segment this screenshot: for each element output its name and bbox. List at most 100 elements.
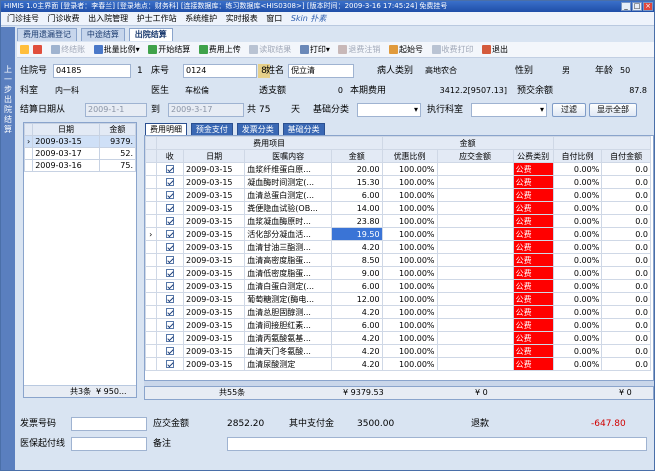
category-cell: 公费: [512, 188, 554, 202]
tab-fee-missing[interactable]: 费用遗漏登记: [17, 28, 77, 41]
menu-reports[interactable]: 实时报表: [226, 14, 258, 23]
table-row[interactable]: 2009-03-15 血清丙氨酸氨基... 4.20 100.00% 公费 0.00% 0.…: [145, 331, 651, 345]
checkbox-icon[interactable]: [165, 217, 174, 225]
batch-ratio-button[interactable]: 批量比例▾: [93, 42, 140, 57]
table-row[interactable]: 2009-03-15 葡萄糖测定(酶电... 12.00 100.00% 公费 0.00%…: [145, 292, 651, 306]
table-row[interactable]: 2009-03-15 血清尿酸测定 4.20 100.00% 公费 0.00% 0.0: [145, 357, 651, 371]
checkbox-icon[interactable]: [165, 243, 174, 251]
menu-admission[interactable]: 出入院管理: [88, 14, 128, 23]
tab-midway-settle[interactable]: 中途结算: [80, 28, 125, 41]
start-no-button[interactable]: 起始号: [388, 42, 423, 57]
menu-skin[interactable]: Skin 扑素: [291, 14, 327, 23]
table-row[interactable]: › 2009-03-15 活化部分凝血活... 19.50 100.00% 公费 0.00%…: [145, 227, 651, 241]
side-strip[interactable]: 上一步 出院结算: [1, 27, 15, 470]
table-row[interactable]: 2009-03-15 血清低密度脂蛋... 9.00 100.00% 公费 0.00% 0.…: [145, 266, 651, 280]
charge-checkbox[interactable]: [155, 279, 185, 293]
checkbox-icon[interactable]: [165, 347, 174, 355]
remark-input[interactable]: [227, 437, 647, 451]
table-row[interactable]: 2009-03-15 血浆纤维蛋白原... 20.00 100.00% 公费 0.00% 0…: [145, 162, 651, 176]
charge-checkbox[interactable]: [155, 344, 185, 358]
exit-button[interactable]: 退出: [482, 42, 508, 57]
refund-cancel-button[interactable]: 退费注销: [338, 42, 380, 57]
exec-dept-select[interactable]: ▾: [471, 103, 547, 117]
charge-checkbox[interactable]: [155, 357, 185, 371]
menu-system[interactable]: 系统维护: [185, 14, 217, 23]
checkbox-icon[interactable]: [165, 191, 174, 199]
checkbox-icon[interactable]: [165, 321, 174, 329]
checkbox-icon[interactable]: [165, 295, 174, 303]
minimize-button[interactable]: _: [621, 2, 631, 11]
menu-nurse-station[interactable]: 护士工作站: [137, 14, 177, 23]
name-input[interactable]: 倪立清: [288, 64, 354, 78]
tab-fee-detail[interactable]: 费用明细: [145, 123, 187, 135]
charge-checkbox[interactable]: [155, 175, 185, 189]
charge-print-button[interactable]: 收费打印: [431, 42, 474, 57]
date-from-input[interactable]: 2009-1-1: [85, 103, 147, 117]
exit-icon: [482, 45, 492, 54]
show-all-button[interactable]: 显示全部: [589, 103, 637, 117]
charge-checkbox[interactable]: [155, 162, 185, 176]
table-row[interactable]: 2009-03-15 血浆凝血酶原时... 23.80 100.00% 公费 0.00% 0…: [145, 214, 651, 228]
table-row[interactable]: 2009-03-15 血清甘油三酯测... 4.20 100.00% 公费 0.00% 0.…: [145, 240, 651, 254]
table-row[interactable]: 2009-03-15 血清总蛋白测定(... 6.00 100.00% 公费 0.00% 0…: [145, 188, 651, 202]
charge-checkbox[interactable]: [155, 227, 185, 241]
charge-checkbox[interactable]: [155, 240, 185, 254]
discount-cell: 100.00%: [381, 227, 438, 241]
charge-checkbox[interactable]: [155, 253, 185, 267]
table-row[interactable]: 2009-03-15 凝血酶时间测定(... 15.30 100.00% 公费 0.00%…: [145, 175, 651, 189]
read-result-button[interactable]: 读取结果: [249, 42, 291, 57]
tab-discharge-settle[interactable]: 出院结算: [128, 28, 173, 41]
checkbox-icon[interactable]: [165, 165, 174, 173]
final-settle-button[interactable]: 终结账: [51, 42, 85, 57]
invoice-input[interactable]: [71, 417, 147, 431]
num1-value: 1: [137, 66, 143, 76]
charge-checkbox[interactable]: [155, 331, 185, 345]
checkbox-icon[interactable]: [165, 178, 174, 186]
table-row[interactable]: 2009-03-17 52.: [23, 147, 137, 160]
charge-checkbox[interactable]: [155, 266, 185, 280]
fee-upload-button[interactable]: 费用上传: [198, 42, 241, 57]
admission-no-input[interactable]: 04185: [53, 64, 131, 78]
base-class-select[interactable]: ▾: [357, 103, 421, 117]
page-tabs: 费用遗漏登记 中途结算 出院结算: [17, 28, 174, 41]
checkbox-icon[interactable]: [165, 204, 174, 212]
tab-base-class[interactable]: 基础分类: [282, 123, 325, 135]
start-line-input[interactable]: [71, 437, 147, 451]
charge-checkbox[interactable]: [155, 318, 185, 332]
menu-window[interactable]: 窗口: [266, 14, 282, 23]
print-button[interactable]: 打印▾: [299, 42, 330, 57]
table-row[interactable]: 2009-03-16 75.: [23, 159, 137, 172]
charge-checkbox[interactable]: [155, 188, 185, 202]
checkbox-icon[interactable]: [165, 256, 174, 264]
filter-button[interactable]: 过滤: [552, 103, 586, 117]
table-row[interactable]: › 2009-03-15 9379.: [23, 135, 137, 148]
checkbox-icon[interactable]: [165, 308, 174, 316]
table-row[interactable]: 2009-03-15 血清天门冬氨酸... 4.20 100.00% 公费 0.00% 0.…: [145, 344, 651, 358]
menu-outpatient-charge[interactable]: 门诊收费: [48, 14, 80, 23]
tab-invoice-class[interactable]: 发票分类: [236, 123, 279, 135]
maximize-button[interactable]: □: [632, 2, 642, 11]
table-row[interactable]: 2009-03-15 血清间接胆红素... 6.00 100.00% 公费 0.00% 0.…: [145, 318, 651, 332]
charge-checkbox[interactable]: [155, 292, 185, 306]
table-row[interactable]: 2009-03-15 血清高密度脂蛋... 8.50 100.00% 公费 0.00% 0.…: [145, 253, 651, 267]
start-settle-button[interactable]: 开始结算: [148, 42, 190, 57]
table-row[interactable]: 2009-03-15 血清总胆固醇测... 4.20 100.00% 公费 0.00% 0.…: [145, 305, 651, 319]
checkbox-icon[interactable]: [165, 360, 174, 368]
category-cell: 公费: [512, 201, 554, 215]
checkbox-icon[interactable]: [165, 230, 174, 238]
table-row[interactable]: 2009-03-15 粪便隐血试验(OB... 14.00 100.00% 公费 0.00…: [145, 201, 651, 215]
table-row[interactable]: 2009-03-15 血清白蛋白测定(... 6.00 100.00% 公费 0.00% 0…: [145, 279, 651, 293]
menu-outpatient-register[interactable]: 门诊挂号: [7, 14, 39, 23]
charge-checkbox[interactable]: [155, 201, 185, 215]
checkbox-icon[interactable]: [165, 269, 174, 277]
self-ratio-cell: 0.00%: [552, 344, 603, 358]
charge-checkbox[interactable]: [155, 305, 185, 319]
tab-prepay[interactable]: 预金支付: [190, 123, 233, 135]
order-cell: 活化部分凝血活...: [244, 227, 332, 241]
checkbox-icon[interactable]: [165, 334, 174, 342]
date-to-input[interactable]: 2009-3-17: [168, 103, 244, 117]
charge-checkbox[interactable]: [155, 214, 185, 228]
checkbox-icon[interactable]: [165, 282, 174, 290]
bed-input[interactable]: 0124: [183, 64, 257, 78]
close-button[interactable]: ×: [643, 2, 653, 11]
